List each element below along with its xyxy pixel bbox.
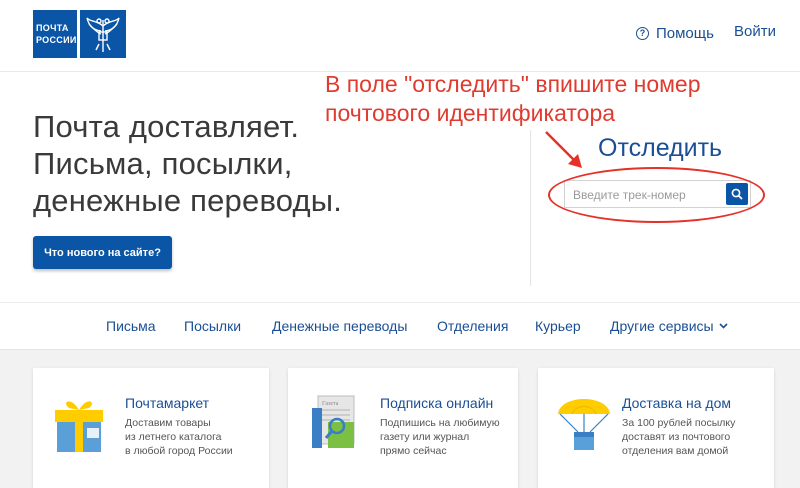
card-title: Почтамаркет — [125, 395, 210, 411]
annotation-line: В поле "отследить" впишите номер — [325, 71, 701, 97]
card-description: За 100 рублей посылку доставят из почтов… — [622, 416, 735, 458]
logo-line-1: ПОЧТА — [36, 23, 69, 33]
nav-item-other-services-label: Другие сервисы — [610, 318, 714, 334]
newspaper-icon: Газета — [312, 395, 355, 448]
card-home-delivery[interactable]: Доставка на дом За 100 рублей посылку до… — [538, 368, 774, 488]
whats-new-button[interactable]: Что нового на сайте? — [33, 236, 172, 269]
pochta-rossii-logo[interactable]: ПОЧТА РОССИИ — [33, 10, 126, 58]
card-title: Доставка на дом — [622, 395, 731, 411]
track-search-box — [564, 180, 751, 208]
logo-text: ПОЧТА РОССИИ — [33, 10, 77, 58]
vertical-divider — [530, 130, 531, 286]
track-search-button[interactable] — [726, 183, 748, 205]
annotation-arrow-icon — [545, 131, 582, 168]
card-desc-line: газету или журнал — [380, 431, 470, 443]
card-subscription[interactable]: Газета Подписка онлайн Подпишись на люби… — [288, 368, 518, 488]
parachute-box-icon — [558, 399, 610, 450]
track-number-input[interactable] — [573, 186, 723, 204]
card-desc-line: отделения вам домой — [622, 445, 729, 457]
eagle-emblem-icon — [80, 10, 126, 58]
card-desc-line: из летнего каталога — [125, 431, 222, 443]
logo-line-2: РОССИИ — [36, 35, 77, 45]
gift-box-icon — [55, 401, 103, 452]
header: ПОЧТА РОССИИ ? Помощь Войти — [0, 0, 800, 72]
nav-item-money-transfers[interactable]: Денежные переводы — [272, 318, 407, 334]
help-link[interactable]: ? Помощь — [636, 23, 714, 43]
card-description: Подпишись на любимую газету или журнал п… — [380, 416, 500, 458]
help-label: Помощь — [656, 24, 714, 42]
newspaper-lettering: Газета — [322, 401, 339, 407]
nav-item-offices[interactable]: Отделения — [437, 318, 508, 334]
card-desc-line: Подпишись на любимую — [380, 417, 500, 429]
card-pochtamarket[interactable]: Почтамаркет Доставим товары из летнего к… — [33, 368, 269, 488]
hero-line: Письма, посылки, — [33, 146, 293, 181]
nav-item-courier[interactable]: Курьер — [535, 318, 581, 334]
hero-line: денежные переводы. — [33, 183, 343, 218]
nav-item-other-services[interactable]: Другие сервисы — [610, 318, 728, 334]
card-desc-line: доставят из почтового — [622, 431, 731, 443]
search-icon — [731, 188, 743, 200]
instruction-annotation: В поле "отследить" впишите номер почтово… — [325, 70, 701, 128]
annotation-line: почтового идентификатора — [325, 100, 616, 126]
card-desc-line: прямо сейчас — [380, 445, 447, 457]
track-title: Отследить — [598, 134, 723, 162]
login-link[interactable]: Войти — [734, 23, 776, 40]
card-desc-line: в любой город России — [125, 445, 233, 457]
chevron-down-icon — [719, 323, 728, 329]
card-description: Доставим товары из летнего каталога в лю… — [125, 416, 233, 458]
card-desc-line: За 100 рублей посылку — [622, 417, 736, 429]
main-nav: Письма Посылки Денежные переводы Отделен… — [0, 302, 800, 350]
nav-item-letters[interactable]: Письма — [106, 318, 156, 334]
question-circle-icon: ? — [636, 26, 649, 40]
card-desc-line: Доставим товары — [125, 417, 211, 429]
card-title: Подписка онлайн — [380, 395, 494, 411]
nav-item-parcels[interactable]: Посылки — [184, 318, 241, 334]
